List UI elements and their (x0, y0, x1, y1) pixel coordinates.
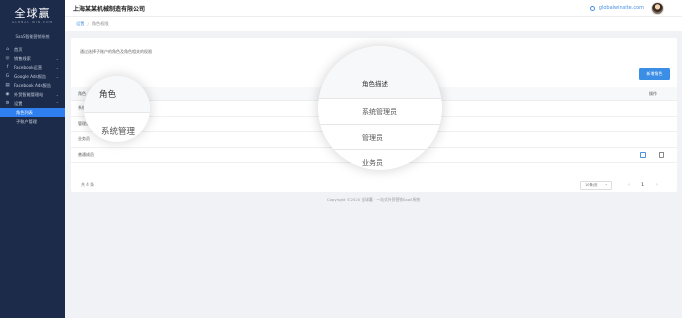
zoom-header-bg (318, 46, 442, 98)
facebook-icon: f (6, 65, 9, 70)
logo-text: 全球赢 (14, 7, 51, 20)
sidebar: 全球赢 GLOBAL WIN.COM SaaS智能营销系统 ⌂ 首页 ◎ 销售线… (0, 0, 65, 318)
zoom-header-label: 角色描述 (362, 80, 388, 88)
top-bar: 上海某某机械制造有限公司 globalwinsite.com (65, 0, 682, 16)
home-icon: ⌂ (6, 47, 9, 52)
breadcrumb-settings-link[interactable]: 设置 (76, 21, 84, 27)
google-icon: G (5, 74, 10, 79)
breadcrumb-separator: / (87, 21, 89, 27)
zoom-header-bg (84, 76, 150, 112)
page-description: 通过选择子账户的角色及角色相关的权限 (80, 49, 152, 54)
sidebar-item-label: 销售线索 (14, 55, 31, 61)
add-role-button[interactable]: 新增角色 (639, 68, 670, 80)
zoom-divider (318, 98, 442, 99)
globe-icon: ◉ (5, 92, 10, 97)
sidebar-item-role-list[interactable]: 角色列表 (0, 108, 65, 117)
sidebar-item-label: 角色列表 (16, 109, 33, 115)
avatar[interactable] (651, 1, 664, 15)
zoom-divider (318, 124, 442, 125)
zoom-lens-role-description: 角色描述 系统管理员 管理员 业务员 (318, 46, 442, 170)
company-name: 上海某某机械制造有限公司 (73, 5, 146, 13)
logo[interactable]: 全球赢 GLOBAL WIN.COM (0, 0, 65, 32)
sidebar-item-facebook[interactable]: f Facebook运营 ⌄ (0, 63, 65, 72)
sidebar-item-label: 子账户管理 (16, 118, 37, 124)
globe-icon (589, 5, 595, 11)
zoom-row-label: 管理员 (362, 134, 383, 142)
chevron-up-icon: ⌃ (55, 101, 59, 106)
breadcrumb: 设置 / 角色权限 (65, 16, 682, 31)
page-size-select[interactable]: 10条/页 (580, 180, 612, 190)
chevron-down-icon: ⌄ (55, 92, 59, 97)
site-domain-link[interactable]: globalwinsite.com (589, 5, 644, 11)
target-icon: ◎ (5, 56, 10, 61)
total-count: 共 4 条 (81, 182, 95, 187)
zoom-header-label: 角色 (99, 90, 117, 100)
column-header-operation: 操作 (649, 90, 657, 96)
site-domain-text: globalwinsite.com (598, 5, 644, 11)
pagination: 共 4 条 10条/页 ‹ 1 › (80, 180, 670, 190)
sidebar-item-home[interactable]: ⌂ 首页 (0, 45, 65, 54)
zoom-divider (84, 112, 150, 113)
zoom-lens-role: 角色 系统管理 (84, 76, 150, 142)
tagline: SaaS智能营销系统 (15, 34, 50, 39)
sidebar-item-trade-site[interactable]: ◉ 外贸智能管理站 ⌄ (0, 90, 65, 99)
prev-page-button[interactable]: ‹ (628, 182, 630, 188)
trash-icon[interactable] (659, 151, 664, 158)
zoom-divider (318, 149, 442, 150)
sidebar-item-label: 首页 (14, 46, 23, 52)
page-number[interactable]: 1 (641, 183, 644, 188)
footer: Copyright ©2020 全球赢 · 一站式外贸营销SaaS系统 (326, 197, 421, 202)
zoom-row-label: 业务员 (362, 159, 383, 167)
copy-icon[interactable] (640, 151, 646, 158)
chevron-down-icon: ⌄ (55, 74, 59, 79)
sidebar-item-google-ads[interactable]: G Google Ads报告 ⌄ (0, 72, 65, 81)
sidebar-item-settings[interactable]: ⚙ 设置 ⌃ (0, 99, 65, 108)
row-actions (640, 151, 664, 158)
gear-icon: ⚙ (5, 101, 10, 106)
chevron-down-icon: ⌄ (55, 56, 59, 61)
sidebar-item-facebook-ads[interactable]: ▤ Facebook Ads报告 (0, 81, 65, 90)
next-page-button[interactable]: › (656, 182, 658, 188)
zoom-row-label: 系统管理员 (362, 108, 397, 116)
sidebar-item-leads[interactable]: ◎ 销售线索 ⌄ (0, 54, 65, 63)
logo-subtext: GLOBAL WIN.COM (11, 20, 54, 24)
zoom-row-label: 系统管理 (101, 127, 136, 137)
chevron-down-icon: ⌄ (55, 65, 59, 70)
breadcrumb-current: 角色权限 (91, 21, 109, 26)
chart-icon: ▤ (5, 83, 10, 88)
role-name: 业务员 (78, 136, 90, 142)
sidebar-item-label: 设置 (14, 100, 23, 106)
sidebar-item-label: Google Ads报告 (14, 73, 47, 79)
sidebar-item-label: Facebook Ads报告 (14, 82, 52, 88)
sidebar-item-label: 外贸智能管理站 (14, 91, 44, 97)
role-name: 普通成员 (78, 151, 94, 157)
sidebar-item-label: Facebook运营 (14, 64, 43, 70)
sidebar-menu: ⌂ 首页 ◎ 销售线索 ⌄ f Facebook运营 ⌄ G Google Ad… (0, 45, 65, 126)
sidebar-item-sub-accounts[interactable]: 子账户管理 (0, 117, 65, 126)
